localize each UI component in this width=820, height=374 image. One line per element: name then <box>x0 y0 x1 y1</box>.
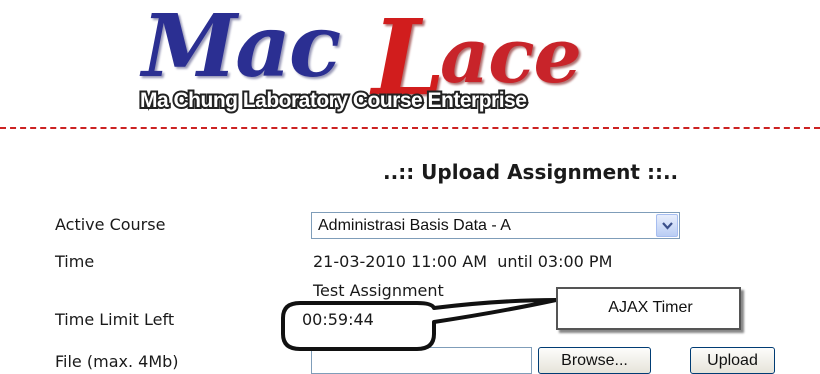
browse-button[interactable]: Browse... <box>538 347 651 374</box>
file-label: File (max. 4Mb) <box>55 352 179 371</box>
time-label: Time <box>55 252 95 271</box>
callout-label: AJAX Timer <box>608 299 693 316</box>
logo-text-ace: ace <box>440 11 582 100</box>
upload-button[interactable]: Upload <box>690 347 775 374</box>
active-course-selected-value: Administrasi Basis Data - A <box>318 217 511 234</box>
file-path-input[interactable] <box>311 347 532 374</box>
active-course-label: Active Course <box>55 215 166 234</box>
macrace-logo: Mac L ace Ma Chung Laboratory Course Ent… <box>0 0 820 130</box>
dropdown-button[interactable] <box>656 214 678 237</box>
ajax-timer-callout: AJAX Timer <box>556 287 741 330</box>
time-limit-countdown: 00:59:44 <box>302 310 374 329</box>
active-course-select[interactable]: Administrasi Basis Data - A <box>311 212 680 239</box>
time-value: 21-03-2010 11:00 AM until 03:00 PM <box>313 252 613 271</box>
logo-subtitle: Ma Chung Laboratory Course Enterprise <box>138 87 529 114</box>
header-divider <box>0 127 820 129</box>
assignment-name: Test Assignment <box>313 281 444 300</box>
time-limit-label: Time Limit Left <box>55 310 175 329</box>
logo-text-mac: Mac <box>142 0 341 97</box>
page-title: ..:: Upload Assignment ::.. <box>383 160 679 184</box>
